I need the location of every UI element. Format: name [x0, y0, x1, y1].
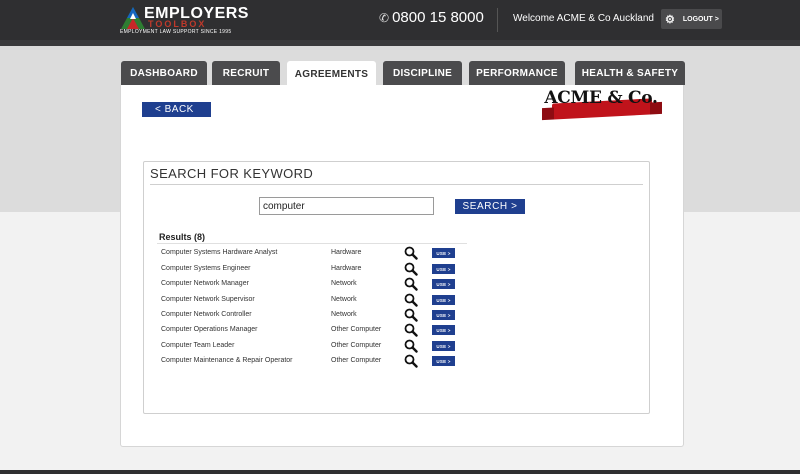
result-name: Computer Operations Manager — [161, 326, 258, 333]
tab-recruit[interactable]: RECRUIT — [212, 61, 280, 85]
welcome-text: Welcome ACME & Co Auckland — [513, 13, 654, 24]
search-icon[interactable] — [404, 354, 418, 368]
phone-icon: ✆ — [379, 10, 390, 25]
logout-button[interactable]: ⚙ LOGOUT > — [661, 9, 722, 29]
table-row: Computer Operations Manager Other Compute… — [157, 322, 467, 337]
table-row: Computer Network Supervisor Network USE > — [157, 292, 467, 307]
result-category: Other Computer — [331, 326, 382, 333]
gear-icon[interactable]: ⚙ — [665, 13, 675, 26]
keyword-search-input[interactable] — [259, 197, 434, 215]
table-row: Computer Systems Engineer Hardware USE > — [157, 261, 467, 276]
result-name: Computer Network Supervisor — [161, 296, 255, 303]
tab-health-safety[interactable]: HEALTH & SAFETY — [575, 61, 685, 85]
result-name: Computer Network Manager — [161, 280, 249, 287]
use-button[interactable]: USE > — [432, 264, 455, 274]
result-name: Computer Systems Engineer — [161, 265, 251, 272]
phone-text: 0800 15 8000 — [392, 9, 484, 26]
logo-tagline: EMPLOYMENT LAW SUPPORT SINCE 1995 — [120, 29, 232, 35]
search-divider — [150, 184, 643, 185]
search-icon[interactable] — [404, 323, 418, 337]
result-category: Network — [331, 296, 357, 303]
result-category: Other Computer — [331, 357, 382, 364]
header-divider — [497, 8, 498, 32]
employers-toolbox-logo[interactable]: EMPLOYERS TOOLBOX EMPLOYMENT LAW SUPPORT… — [120, 4, 248, 36]
result-name: Computer Maintenance & Repair Operator — [161, 357, 293, 364]
company-logo-text: ACME & Co. — [544, 88, 658, 108]
result-name: Computer Team Leader — [161, 342, 235, 349]
use-button[interactable]: USE > — [432, 279, 455, 289]
use-button[interactable]: USE > — [432, 295, 455, 305]
search-icon[interactable] — [404, 262, 418, 276]
back-button[interactable]: < BACK — [142, 102, 211, 117]
result-category: Network — [331, 311, 357, 318]
logo-triangle-icon — [121, 7, 145, 29]
result-category: Other Computer — [331, 342, 382, 349]
search-icon[interactable] — [404, 246, 418, 260]
results-divider — [157, 243, 467, 244]
tab-agreements[interactable]: AGREEMENTS — [287, 61, 376, 87]
search-icon[interactable] — [404, 293, 418, 307]
table-row: Computer Team Leader Other Computer USE > — [157, 338, 467, 353]
result-name: Computer Network Controller — [161, 311, 252, 318]
table-row: Computer Systems Hardware Analyst Hardwar… — [157, 245, 467, 260]
use-button[interactable]: USE > — [432, 310, 455, 320]
results-count: Results (8) — [159, 232, 206, 242]
result-category: Hardware — [331, 265, 362, 272]
result-category: Hardware — [331, 249, 362, 256]
use-button[interactable]: USE > — [432, 248, 455, 258]
table-row: Computer Network Manager Network USE > — [157, 276, 467, 291]
result-category: Network — [331, 280, 357, 287]
logout-label: LOGOUT > — [682, 15, 719, 23]
logo-subtitle: TOOLBOX — [148, 19, 207, 29]
use-button[interactable]: USE > — [432, 356, 455, 366]
search-title: SEARCH FOR KEYWORD — [150, 166, 314, 181]
search-icon[interactable] — [404, 339, 418, 353]
use-button[interactable]: USE > — [432, 325, 455, 335]
search-icon[interactable] — [404, 277, 418, 291]
tab-performance[interactable]: PERFORMANCE — [469, 61, 565, 85]
search-button[interactable]: SEARCH > — [455, 199, 525, 214]
footer-bar — [0, 470, 800, 474]
result-name: Computer Systems Hardware Analyst — [161, 249, 278, 256]
company-logo: ACME & Co. — [540, 88, 662, 128]
table-row: Computer Maintenance & Repair Operator Ot… — [157, 353, 467, 368]
table-row: Computer Network Controller Network USE > — [157, 307, 467, 322]
use-button[interactable]: USE > — [432, 341, 455, 351]
tab-discipline[interactable]: DISCIPLINE — [383, 61, 462, 85]
phone-number[interactable]: ✆ 0800 15 8000 — [379, 9, 484, 26]
search-icon[interactable] — [404, 308, 418, 322]
tab-dashboard[interactable]: DASHBOARD — [121, 61, 207, 85]
